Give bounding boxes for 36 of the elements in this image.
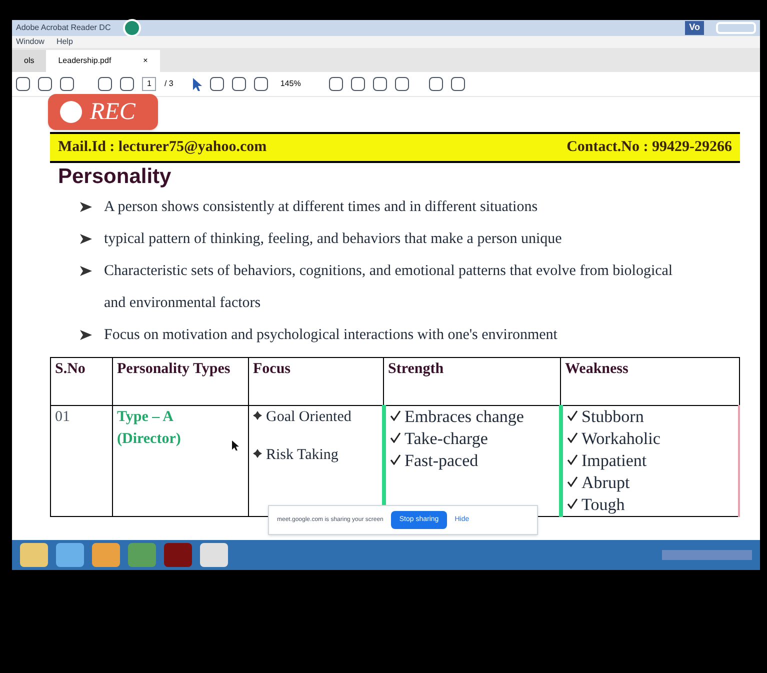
window-title: Adobe Acrobat Reader DC	[16, 22, 111, 34]
bullet-text: Focus on motivation and psychological interactions with one's environment	[104, 326, 558, 344]
menu-item[interactable]: Window	[16, 36, 44, 48]
column-header: Personality Types	[112, 357, 248, 405]
weakness-text: Abrupt	[582, 472, 630, 494]
tab[interactable]: ols	[12, 50, 46, 72]
column-header: Strength	[384, 357, 560, 405]
strength-text: Embraces change	[404, 406, 524, 428]
type-note: (Director)	[117, 430, 181, 448]
focus-text: Risk Taking	[266, 446, 338, 464]
weakness-text: Impatient	[582, 450, 647, 472]
tray-label: Vo	[685, 21, 704, 35]
focus-text: Goal Oriented	[266, 408, 352, 426]
type-text: Type – A	[117, 408, 174, 426]
column-header: Weakness	[560, 357, 739, 405]
bullet-text: Characteristic sets of behaviors, cognitions, and emotional patterns that evolve from biological and environmental factors	[104, 262, 674, 312]
strength-text: Take-charge	[404, 428, 488, 450]
weakness-text: Tough	[582, 494, 625, 516]
menu-item[interactable]: Help	[56, 36, 73, 48]
strength-text: Fast-paced	[404, 450, 478, 472]
close-icon[interactable]: ×	[143, 55, 148, 67]
weakness-text: Workaholic	[582, 428, 660, 450]
bullet-text: typical pattern of thinking, feeling, and behaviors that make a person unique	[104, 230, 562, 248]
bullet-text: A person shows consistently at different times and in different situations	[104, 198, 538, 216]
table-cell: 01	[50, 405, 112, 516]
email-text: Mail.Id : lecturer75@yahoo.com	[58, 138, 267, 157]
tab[interactable]: Leadership.pdf ×	[46, 50, 160, 72]
heading: Personality	[58, 164, 172, 190]
phone-text: Contact.No : 99429-29266	[566, 138, 732, 157]
weakness-text: Stubborn	[582, 406, 644, 428]
zoom-field[interactable]: 145%	[276, 78, 305, 90]
page-count: / 3	[164, 78, 174, 90]
column-header: S.No	[50, 357, 112, 405]
page-field[interactable]: 1	[142, 77, 156, 91]
rec-label: REC	[90, 98, 136, 127]
column-header: Focus	[248, 357, 384, 405]
